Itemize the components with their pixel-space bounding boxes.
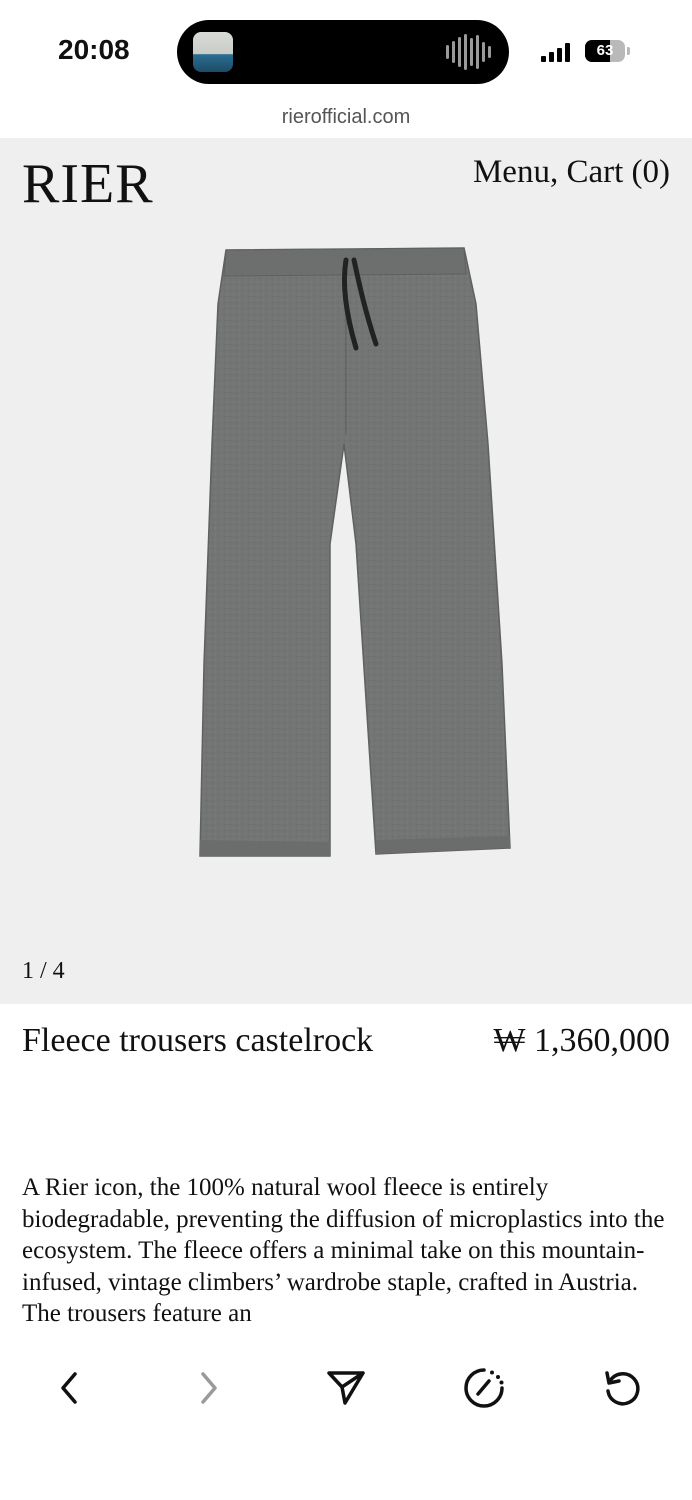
forward-icon[interactable] — [178, 1358, 238, 1418]
browser-toolbar — [0, 1342, 692, 1500]
site-logo[interactable]: RIER — [22, 152, 154, 216]
back-icon[interactable] — [40, 1358, 100, 1418]
dynamic-island[interactable] — [177, 20, 509, 84]
battery-icon: 63 — [585, 40, 625, 62]
browser-url[interactable]: rierofficial.com — [0, 106, 692, 129]
status-time: 20:08 — [58, 34, 130, 65]
share-icon[interactable] — [316, 1358, 376, 1418]
battery-nub — [627, 47, 630, 55]
speed-dial-icon[interactable] — [454, 1358, 514, 1418]
audio-waveform-icon — [446, 34, 491, 70]
now-playing-thumbnail — [193, 32, 233, 72]
grey-fleece-trousers-image — [199, 247, 511, 857]
product-title: Fleece trousers castelrock — [22, 1022, 374, 1059]
status-bar: 20:08 63 rierofficial.com — [0, 0, 692, 128]
product-gallery[interactable]: RIER Menu, Cart (0) 1 / 4 — [0, 138, 692, 1004]
battery-percent: 63 — [596, 42, 614, 59]
menu-cart-link[interactable]: Menu, Cart (0) — [473, 154, 670, 191]
gallery-counter: 1 / 4 — [22, 958, 65, 984]
product-description: A Rier icon, the 100% natural wool fleec… — [22, 1174, 665, 1327]
product-price: ₩ 1,360,000 — [493, 1022, 670, 1059]
cellular-signal-icon — [541, 42, 570, 62]
product-description-container: A Rier icon, the 100% natural wool fleec… — [22, 1172, 672, 1342]
reload-icon[interactable] — [592, 1358, 652, 1418]
